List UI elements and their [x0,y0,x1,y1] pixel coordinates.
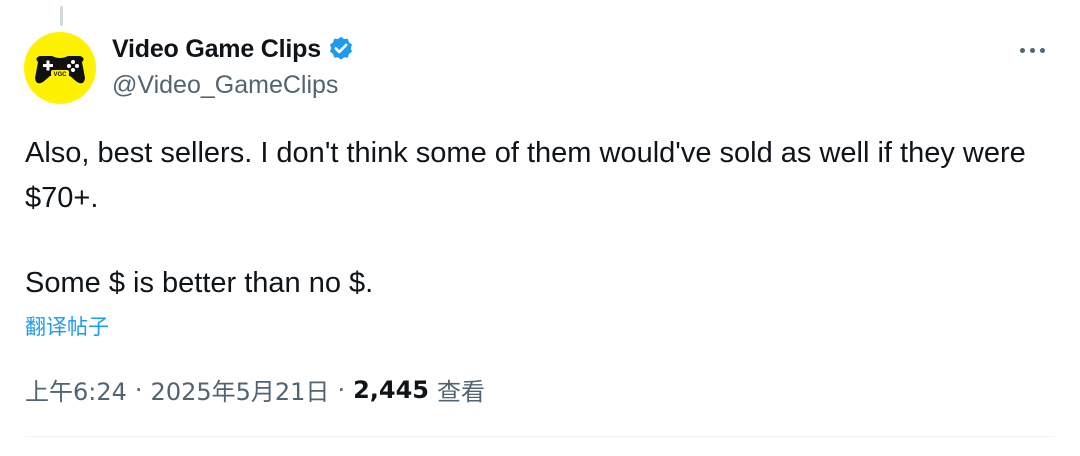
user-handle[interactable]: @Video_GameClips [112,71,338,100]
verified-badge-icon[interactable] [327,35,355,63]
separator-dot: · [134,375,143,404]
translate-post-link[interactable]: 翻译帖子 [25,311,109,341]
more-options-icon[interactable] [1012,38,1052,62]
svg-text:VGC: VGC [53,72,67,78]
avatar[interactable]: VGC [24,32,96,104]
tweet-paragraph-2: Some $ is better than no $. [25,267,374,299]
separator-dot: · [337,375,346,404]
views-label: 查看 [437,378,485,406]
divider [25,436,1055,437]
author-name-row: Video Game Clips [112,32,355,66]
tweet-date[interactable]: 2025年5月21日 [151,372,330,407]
tweet-metadata: 上午6:24 · 2025年5月21日 · 2,445 查看 [25,372,485,407]
tweet-paragraph-1: Also, best sellers. I don't think some o… [25,137,1026,214]
thread-connector-line [60,6,63,26]
display-name[interactable]: Video Game Clips [112,35,321,64]
tweet-text: Also, best sellers. I don't think some o… [25,131,1055,306]
tweet-time[interactable]: 上午6:24 [25,372,127,407]
gamepad-logo-icon: VGC [35,56,85,84]
views-count[interactable]: 2,445 [353,376,429,404]
